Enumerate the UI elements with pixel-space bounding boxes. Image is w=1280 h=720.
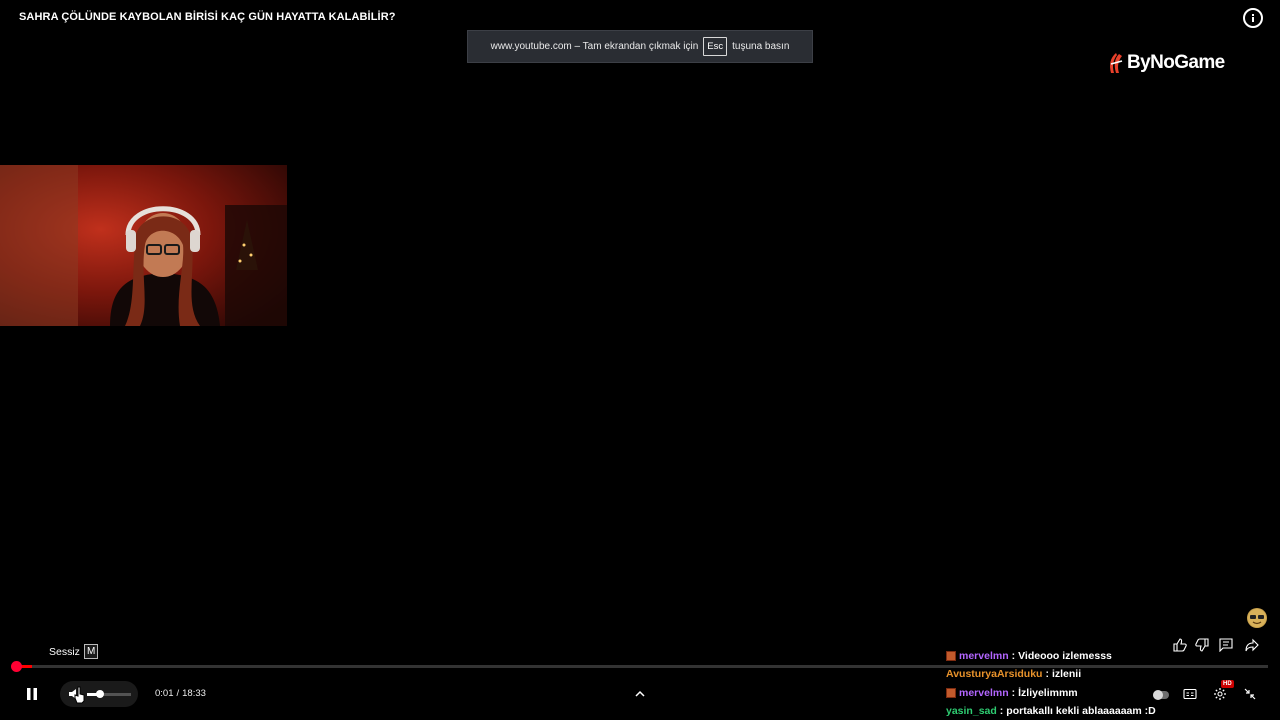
user-badge-icon: [946, 650, 956, 661]
webcam-overlay: [0, 165, 287, 326]
chat-message: mervelmn: Videooo izlemesss: [946, 649, 1156, 663]
chat-separator: :: [1045, 668, 1049, 681]
fullscreen-notice-suffix: tuşuna basın: [732, 41, 790, 52]
hand-cursor-icon: [74, 686, 85, 704]
chat-separator: :: [1011, 686, 1016, 699]
mute-key-hint: M: [83, 644, 99, 659]
autoplay-toggle-knob: [1153, 690, 1163, 700]
time-total: 18:33: [182, 688, 206, 699]
sunglasses-emote-icon: [1247, 608, 1267, 628]
chat-username: AvusturyaArsiduku: [946, 668, 1043, 681]
time-current: 0:01: [155, 688, 174, 699]
volume-control: [60, 681, 138, 707]
chat-separator: :: [1011, 649, 1016, 662]
comment-icon: [1219, 638, 1233, 652]
fullscreen-notice-text: www.youtube.com – Tam ekrandan çıkmak iç…: [490, 41, 699, 52]
chevron-up-icon[interactable]: [632, 686, 648, 702]
progress-scrubber[interactable]: [10, 661, 22, 672]
autoplay-toggle[interactable]: [1153, 690, 1169, 700]
brand-name: ByNoGame: [1127, 52, 1225, 73]
chat-username: yasin_sad: [946, 705, 997, 718]
exit-fullscreen-button[interactable]: [1240, 684, 1260, 704]
settings-button[interactable]: HD: [1210, 680, 1234, 704]
bynogame-logo-icon: [1110, 53, 1123, 73]
share-button[interactable]: [1243, 636, 1261, 654]
chat-username: mervelmn: [959, 649, 1009, 662]
chat-username: mervelmn: [959, 686, 1009, 699]
subtitles-button[interactable]: [1180, 684, 1200, 704]
chat-text: İzliyelimmm: [1018, 686, 1078, 699]
pause-icon: [27, 688, 37, 700]
subtitles-icon: [1183, 688, 1197, 700]
exit-fullscreen-icon: [1244, 688, 1256, 700]
settings-icon: [1214, 688, 1226, 700]
mute-tooltip-label: Sessiz: [49, 645, 80, 658]
chat-text: portakallı kekli ablaaaaaam :D: [1006, 705, 1156, 718]
pause-button[interactable]: [20, 682, 44, 706]
comment-button[interactable]: [1217, 636, 1235, 654]
time-separator: /: [176, 688, 180, 699]
time-display: 0:01 / 18:33: [155, 688, 206, 699]
user-badge-icon: [946, 687, 956, 698]
fullscreen-exit-notice: www.youtube.com – Tam ekrandan çıkmak iç…: [467, 30, 813, 63]
hd-badge: HD: [1221, 680, 1234, 688]
chat-message: mervelmn: İzliyelimmm: [946, 686, 1156, 700]
dislike-button[interactable]: [1193, 636, 1211, 654]
like-button[interactable]: [1171, 636, 1189, 654]
chat-message: yasin_sad: portakallı kekli ablaaaaaam :D: [946, 705, 1156, 719]
share-icon: [1245, 638, 1259, 652]
video-title: SAHRA ÇÖLÜNDE KAYBOLAN BİRİSİ KAÇ GÜN HA…: [19, 11, 396, 23]
thumbs-up-icon: [1173, 638, 1187, 652]
volume-knob[interactable]: [96, 689, 105, 698]
chat-text: Videooo izlemesss: [1018, 649, 1112, 662]
chat-message: AvusturyaArsiduku: izlenii: [946, 668, 1156, 682]
chat-separator: :: [999, 705, 1004, 718]
info-icon[interactable]: [1243, 8, 1263, 28]
chat-overlay: mervelmn: Videooo izlemesss AvusturyaArsid…: [946, 649, 1156, 718]
thumbs-down-icon: [1195, 638, 1209, 652]
chat-text: izlenii: [1051, 668, 1082, 681]
volume-slider[interactable]: [87, 689, 131, 698]
esc-key-hint: Esc: [703, 36, 728, 57]
mute-tooltip: Sessiz M: [49, 644, 99, 659]
brand-watermark: ByNoGame: [1107, 52, 1225, 74]
